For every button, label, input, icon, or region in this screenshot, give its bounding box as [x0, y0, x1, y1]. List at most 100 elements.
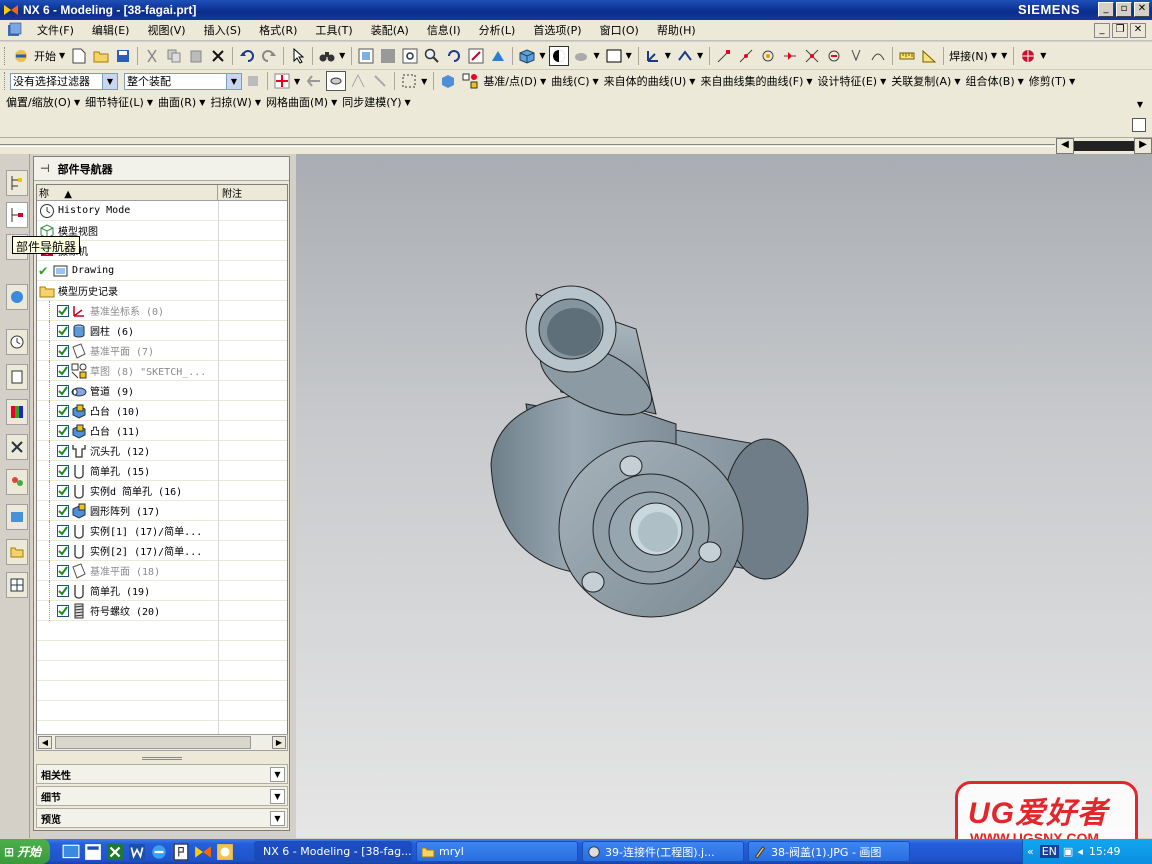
menu-info[interactable]: 信息(I) — [418, 22, 470, 38]
restore-toolbar-icon[interactable] — [1132, 118, 1146, 132]
snap-dropdown-icon[interactable]: ▼ — [294, 77, 300, 86]
datum-point-menu[interactable]: 基准/点(D) — [481, 73, 539, 89]
find-binoculars-icon[interactable] — [317, 46, 337, 66]
chevron-down-icon[interactable]: ▼ — [226, 73, 241, 89]
taskbar-item-folder[interactable]: mryl — [416, 841, 578, 862]
taskbar-item-paint[interactable]: 38-阀盖(1).JPG - 画图 — [748, 841, 910, 862]
paste-icon[interactable] — [186, 46, 206, 66]
show-dropdown-icon[interactable]: ▼ — [593, 51, 599, 60]
tree-row-feature[interactable]: 实例[1] (17)/简单... — [37, 521, 287, 541]
roles-tab[interactable] — [6, 469, 28, 495]
chevron-down-icon[interactable]: ▼ — [199, 98, 205, 107]
snap-intersect-icon[interactable] — [802, 46, 822, 66]
menu-preferences[interactable]: 首选项(P) — [524, 22, 590, 38]
assembly-navigator-tab[interactable] — [6, 170, 28, 196]
visibility-checkbox[interactable] — [57, 464, 69, 477]
visibility-checkbox[interactable] — [57, 504, 69, 517]
rect-select-icon[interactable] — [399, 71, 419, 91]
quicklaunch-ie-icon[interactable] — [150, 843, 168, 861]
detail-feature-menu[interactable]: 细节特征(L) — [83, 94, 146, 110]
mesh-surface-menu[interactable]: 网格曲面(M) — [264, 94, 330, 110]
chevron-down-icon[interactable]: ▼ — [954, 77, 960, 86]
toolbar1-more-icon[interactable]: ▼ — [1001, 51, 1007, 60]
snap-grid-icon[interactable] — [272, 71, 292, 91]
chevron-down-icon[interactable]: ▼ — [270, 811, 285, 826]
quicklaunch-app-icon[interactable] — [84, 843, 102, 861]
graphics-viewport[interactable] — [296, 154, 1152, 838]
tree-horizontal-scrollbar[interactable]: ◀ ▶ — [36, 734, 288, 751]
tray-network-icon[interactable]: ▣ — [1063, 845, 1073, 858]
menu-window[interactable]: 窗口(O) — [591, 22, 648, 38]
toolbar-grip[interactable] — [4, 72, 7, 90]
menu-tools[interactable]: 工具(T) — [306, 22, 361, 38]
taskbar-item-nx[interactable]: NX 6 - Modeling - [38-fag... — [254, 841, 412, 862]
weld-dropdown-icon[interactable]: ▼ — [991, 51, 997, 60]
splitter-grip[interactable] — [142, 757, 182, 760]
menu-assembly[interactable]: 装配(A) — [362, 22, 418, 38]
selection-scope-combo[interactable]: 整个装配 ▼ — [124, 72, 242, 90]
chevron-down-icon[interactable]: ▼ — [74, 98, 80, 107]
mdi-close-button[interactable]: ✕ — [1130, 23, 1146, 38]
perspective-icon[interactable] — [488, 46, 508, 66]
chevron-down-icon[interactable]: ▼ — [880, 77, 886, 86]
dependencies-section[interactable]: 相关性 ▼ — [36, 764, 288, 784]
wcs-dropdown-icon[interactable]: ▼ — [665, 51, 671, 60]
offset-scale-menu[interactable]: 偏置/缩放(O) — [4, 94, 73, 110]
curve-menu[interactable]: 曲线(C) — [549, 73, 591, 89]
image-tab[interactable] — [6, 504, 28, 530]
quicklaunch-p-icon[interactable] — [172, 843, 190, 861]
part-navigator-tab[interactable] — [6, 202, 28, 228]
curve-from-curves-menu[interactable]: 来自曲线集的曲线(F) — [698, 73, 805, 89]
sweep-menu[interactable]: 扫掠(W) — [208, 94, 253, 110]
visibility-checkbox[interactable] — [57, 484, 69, 497]
visibility-checkbox[interactable] — [57, 304, 69, 317]
rotate-icon[interactable] — [444, 46, 464, 66]
scroll-right-icon[interactable]: ▶ — [272, 736, 286, 749]
orient-icon[interactable] — [675, 46, 695, 66]
open-folder-icon[interactable] — [91, 46, 111, 66]
sketch-toolbar-icon[interactable] — [460, 71, 480, 91]
taskbar-item-connector-drawing[interactable]: 39-连接件(工程图).j... — [582, 841, 744, 862]
quicklaunch-excel-icon[interactable] — [106, 843, 124, 861]
quicklaunch-word-icon[interactable] — [128, 843, 146, 861]
snap-control-icon[interactable] — [780, 46, 800, 66]
associative-copy-menu[interactable]: 关联复制(A) — [889, 73, 953, 89]
process-studio-tab[interactable] — [6, 434, 28, 460]
tree-row-feature[interactable]: 凸台 (11) — [37, 421, 287, 441]
quicklaunch-disc-icon[interactable] — [216, 843, 234, 861]
assembly-filter-icon[interactable] — [243, 71, 263, 91]
color-swatch-icon[interactable] — [604, 46, 624, 66]
tree-row-model-history[interactable]: 模型历史记录 — [37, 281, 287, 301]
zoom-box-icon[interactable] — [378, 46, 398, 66]
wcs-icon[interactable] — [643, 46, 663, 66]
redo-icon[interactable] — [259, 46, 279, 66]
back-arrow-icon[interactable] — [304, 71, 324, 91]
preview-section[interactable]: 预览 ▼ — [36, 808, 288, 828]
undo-icon[interactable] — [237, 46, 257, 66]
chevron-down-icon[interactable]: ▼ — [147, 98, 153, 107]
visibility-checkbox[interactable] — [57, 584, 69, 597]
chevron-down-icon[interactable]: ▼ — [405, 98, 411, 107]
scroll-left-icon[interactable]: ◀ — [1056, 138, 1074, 154]
save-icon[interactable] — [113, 46, 133, 66]
document-menu-icon[interactable] — [6, 22, 22, 38]
tree-row-feature[interactable]: 符号螺纹 (20) — [37, 601, 287, 621]
zoom-window-icon[interactable] — [400, 46, 420, 66]
snap-mid-icon[interactable] — [758, 46, 778, 66]
pin-icon[interactable]: ⊣ — [40, 162, 50, 175]
zoom-icon[interactable] — [422, 46, 442, 66]
mdi-minimize-button[interactable]: _ — [1094, 23, 1110, 38]
menu-help[interactable]: 帮助(H) — [648, 22, 705, 38]
tree-row-feature[interactable]: 凸台 (10) — [37, 401, 287, 421]
chevron-down-icon[interactable]: ▼ — [1018, 77, 1024, 86]
menu-view[interactable]: 视图(V) — [138, 22, 194, 38]
background-toggle-icon[interactable] — [549, 45, 570, 66]
tree-row-feature[interactable]: 管道 (9) — [37, 381, 287, 401]
visibility-checkbox[interactable] — [57, 604, 69, 617]
chevron-down-icon[interactable]: ▼ — [593, 77, 599, 86]
snap-point-icon[interactable] — [714, 46, 734, 66]
chevron-down-icon[interactable]: ▼ — [270, 767, 285, 782]
layout-tab[interactable] — [6, 572, 28, 598]
visibility-checkbox[interactable] — [57, 364, 69, 377]
tree-row-feature[interactable]: 基准平面 (18) — [37, 561, 287, 581]
